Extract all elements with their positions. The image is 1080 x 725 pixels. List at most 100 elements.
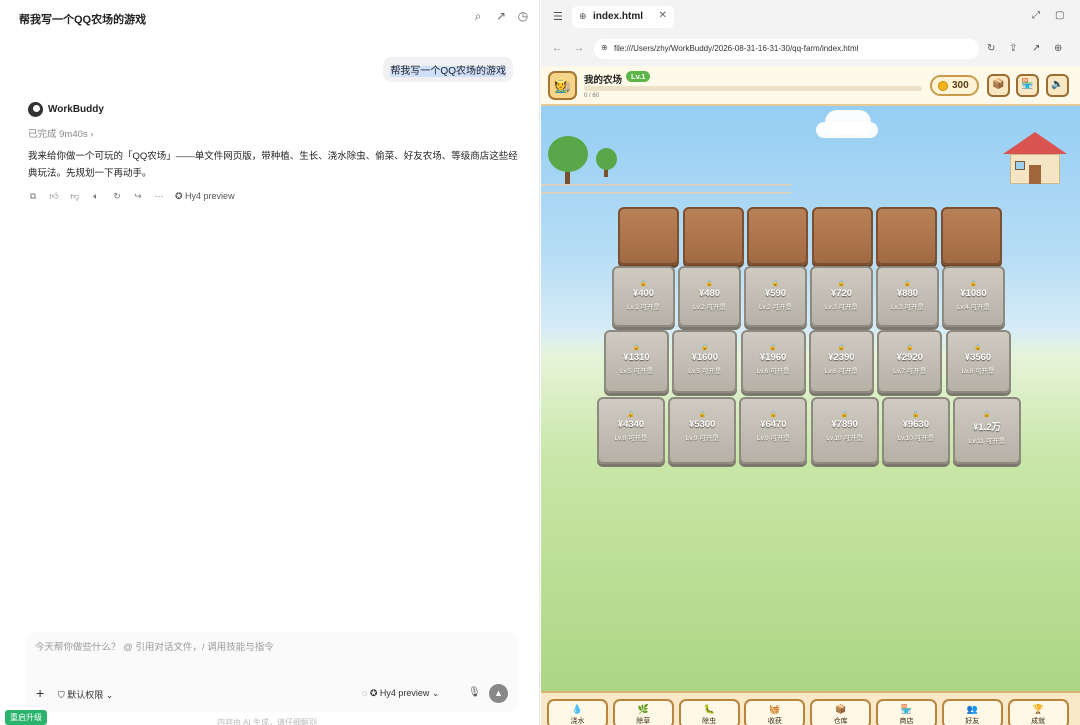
tilled-plot[interactable] (747, 207, 808, 265)
plot-price: ¥2390 (828, 352, 855, 363)
tool-button[interactable]: 👥 好友 (941, 699, 1003, 725)
tool-icon: 📦 (835, 704, 847, 714)
locked-plot[interactable]: 🔒 ¥1960 Lv.6 可开垦 (740, 330, 806, 393)
model-tag[interactable]: ✪ Hy4 preview (175, 191, 235, 202)
close-icon[interactable]: ✕ (659, 10, 667, 21)
tool-button[interactable]: 🌿 除草 (612, 699, 674, 725)
model-selector[interactable]: ◌ ✪ Hy4 preview ⌄ (362, 688, 439, 699)
lock-icon: 🔒 (974, 345, 982, 351)
menu-icon[interactable]: ☰ (553, 10, 563, 23)
tool-button[interactable]: 🏪 商店 (876, 699, 937, 725)
regenerate-icon[interactable]: ↻ (112, 191, 122, 202)
plot-requirement: Lv.8 可开垦 (961, 368, 995, 375)
tilled-plot[interactable] (618, 207, 679, 265)
tool-label: 除草 (636, 718, 651, 725)
plot-price: ¥6470 (760, 419, 787, 430)
tool-button[interactable]: 🧺 收获 (744, 699, 806, 725)
lock-icon: 🔒 (701, 345, 709, 351)
tilled-plot[interactable] (682, 207, 744, 265)
search-icon[interactable]: ⌕ (471, 9, 485, 23)
thumbs-up-icon[interactable]: 👍︎ (49, 191, 59, 202)
locked-plot[interactable]: 🔒 ¥7890 Lv.10 可开垦 (810, 397, 879, 464)
locked-plot[interactable]: 🔒 ¥1.2万 Lv.11 可开垦 (953, 397, 1021, 464)
add-attachment-button[interactable]: + (36, 685, 44, 701)
locked-plot[interactable]: 🔒 ¥1600 Lv.5 可开垦 (672, 330, 738, 393)
copy-icon[interactable]: ⧉ (28, 191, 38, 202)
game-canvas: 🧑‍🌾 我的农场 Lv.1 0 / 60 300 📦 🏪 🔈 🔒 ¥400 Lv.1… (541, 66, 1080, 725)
tool-label: 浇水 (570, 718, 585, 725)
composer-input[interactable] (35, 642, 505, 653)
locked-plot[interactable]: 🔒 ¥3560 Lv.8 可开垦 (945, 330, 1011, 393)
back-icon[interactable]: ← (552, 43, 562, 54)
locked-plot[interactable]: 🔒 ¥9630 Lv.10 可开垦 (881, 397, 950, 464)
tool-button[interactable]: 📦 仓库 (810, 699, 872, 725)
shop-icon-button[interactable]: 🏪 (1016, 74, 1039, 97)
locked-plot[interactable]: 🔒 ¥1310 Lv.5 可开垦 (604, 330, 669, 393)
plot-requirement: Lv.10 可开垦 (826, 435, 863, 442)
bot-name: WorkBuddy (48, 104, 104, 115)
tilled-plot[interactable] (811, 207, 873, 265)
thumbs-down-icon[interactable]: 👎︎ (70, 191, 80, 202)
user-message-text: 帮我写一个QQ农场的游戏 (390, 66, 506, 77)
share-icon[interactable]: ↪ (133, 191, 143, 202)
locked-plot[interactable]: 🔒 ¥400 Lv.1 可开垦 (612, 266, 675, 327)
tilled-plot[interactable] (940, 207, 1002, 265)
tool-label: 商店 (899, 718, 914, 725)
level-badge: Lv.1 (626, 71, 651, 82)
speaker-icon[interactable]: 🔈︎ (91, 191, 101, 202)
tree-icon (596, 148, 617, 170)
plot-requirement: Lv.2 可开垦 (758, 304, 793, 311)
send-button[interactable]: ▲ (489, 684, 508, 703)
share-icon[interactable]: ↗ (1032, 43, 1040, 54)
tilled-plot[interactable] (876, 207, 937, 265)
upload-icon[interactable]: ⇪ (1009, 43, 1017, 54)
locked-plot[interactable]: 🔒 ¥880 Lv.3 可开垦 (876, 266, 939, 327)
expand-icon[interactable]: ⤢ (1032, 10, 1040, 21)
plot-requirement: Lv.10 可开垦 (897, 435, 935, 442)
window-icon[interactable]: ▢ (1055, 10, 1064, 21)
permission-selector[interactable]: ⛉ 默认权限 ⌄ (58, 688, 113, 701)
locked-plot[interactable]: 🔒 ¥2920 Lv.7 可开垦 (877, 330, 943, 393)
plot-requirement: Lv.8 可开垦 (614, 435, 648, 442)
history-icon[interactable]: ◷ (516, 9, 530, 23)
plot-requirement: Lv.9 可开垦 (756, 435, 790, 442)
globe-icon[interactable]: ⊕ (1054, 43, 1062, 54)
more-icon[interactable]: ··· (154, 191, 164, 201)
xp-bar (584, 86, 922, 91)
lock-icon: 🔒 (769, 345, 777, 351)
address-field[interactable]: file:///Users/zhy/WorkBuddy/2026-08-31-1… (594, 39, 979, 59)
task-status[interactable]: 已完成 9m40s › (28, 126, 93, 140)
forward-icon[interactable]: → (574, 43, 584, 54)
locked-plot[interactable]: 🔒 ¥4340 Lv.8 可开垦 (597, 397, 665, 464)
locked-plot[interactable]: 🔒 ¥2390 Lv.6 可开垦 (808, 330, 874, 393)
coin-icon (938, 81, 948, 91)
locked-plot[interactable]: 🔒 ¥720 Lv.3 可开垦 (810, 266, 873, 327)
upgrade-button[interactable]: 重启升级 (5, 710, 47, 725)
tool-button[interactable]: 💧 浇水 (547, 699, 608, 725)
xp-text: 0 / 60 (584, 93, 600, 99)
chat-header: 帮我写一个QQ农场的游戏 ⌕ ↗ ◷ (0, 0, 540, 34)
tool-icon: 🐛 (703, 704, 715, 714)
plot-price: ¥400 (632, 288, 655, 299)
lock-icon: 🔒 (705, 281, 714, 287)
locked-plot[interactable]: 🔒 ¥1080 Lv.4 可开垦 (942, 266, 1005, 327)
tab-index[interactable]: ⊕ index.html ✕ (572, 6, 674, 28)
chat-title: 帮我写一个QQ农场的游戏 (19, 14, 147, 26)
mic-icon[interactable]: 🎙︎ (468, 687, 481, 698)
tool-button[interactable]: 🐛 除虫 (678, 699, 740, 725)
locked-plot[interactable]: 🔒 ¥6470 Lv.9 可开垦 (739, 397, 808, 464)
locked-plot[interactable]: 🔒 ¥480 Lv.2 可开垦 (678, 266, 741, 327)
plot-price: ¥1080 (960, 288, 987, 299)
reload-icon[interactable]: ↻ (987, 43, 995, 54)
warehouse-icon-button[interactable]: 📦 (987, 74, 1010, 97)
plot-price: ¥1310 (623, 352, 650, 363)
plot-price: ¥1600 (691, 352, 718, 363)
farmer-avatar-button[interactable]: 🧑‍🌾 (548, 71, 577, 100)
locked-plot[interactable]: 🔒 ¥590 Lv.2 可开垦 (744, 266, 807, 327)
sound-icon-button[interactable]: 🔈 (1046, 74, 1069, 97)
share-icon[interactable]: ↗ (494, 9, 508, 23)
tool-button[interactable]: 🏆 成就 (1007, 699, 1069, 725)
locked-plot[interactable]: 🔒 ¥5300 Lv.9 可开垦 (668, 397, 737, 464)
plot-price: ¥7890 (831, 419, 858, 430)
plot-price: ¥880 (896, 288, 919, 299)
